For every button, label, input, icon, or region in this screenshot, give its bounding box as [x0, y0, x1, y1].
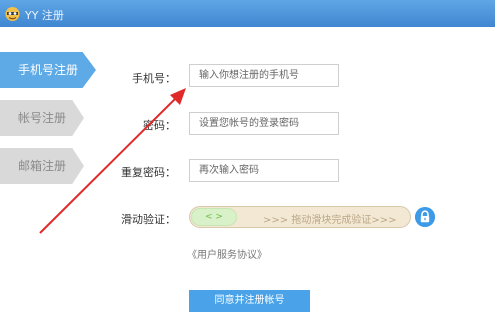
slide-verify-track[interactable]: < > >>> 拖动滑块完成验证>>> — [189, 206, 411, 228]
tab-account-register[interactable]: 帐号注册 — [0, 100, 84, 136]
lock-icon — [415, 207, 435, 227]
window-title: YY 注册 — [25, 9, 64, 22]
user-agreement-link[interactable]: 《用户服务协议》 — [187, 246, 267, 261]
tab-phone-register[interactable]: 手机号注册 — [0, 52, 96, 88]
password-input[interactable] — [189, 112, 339, 135]
agree-register-button[interactable]: 同意并注册帐号 — [189, 290, 310, 312]
phone-input[interactable] — [189, 64, 339, 87]
password-label: 密码： — [143, 119, 176, 132]
slide-verify-label: 滑动验证： — [121, 213, 176, 226]
slide-verify-hint: >>> 拖动滑块完成验证>>> — [263, 215, 397, 226]
slide-verify-handle[interactable]: < > — [191, 208, 237, 226]
repeat-password-label: 重复密码： — [121, 166, 176, 179]
yy-logo-icon — [5, 7, 20, 21]
tab-email-register[interactable]: 邮箱注册 — [0, 148, 84, 184]
phone-label: 手机号： — [132, 72, 176, 85]
repeat-password-input[interactable] — [189, 159, 339, 182]
title-bar: YY 注册 — [0, 0, 495, 27]
